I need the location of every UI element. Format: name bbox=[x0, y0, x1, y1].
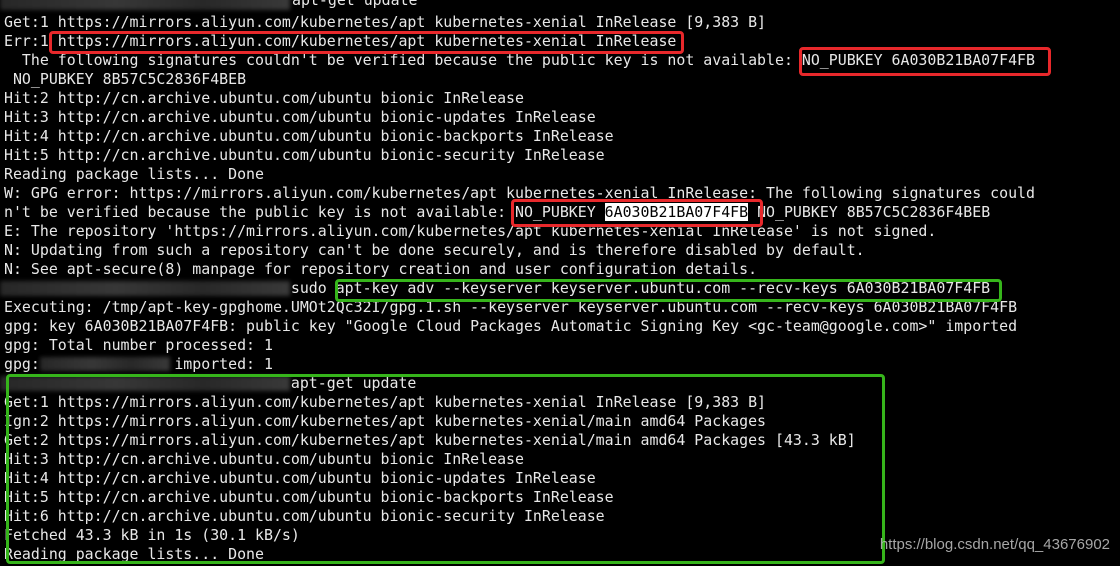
selection-suffix: NO_PUBKEY 8B57C5C2836F4BEB bbox=[748, 203, 991, 221]
terminal-line: N: Updating from such a repository can't… bbox=[4, 241, 865, 259]
terminal-line: Hit:4 http://cn.archive.ubuntu.com/ubunt… bbox=[4, 127, 614, 145]
annotation-box-red-pubkey bbox=[799, 47, 1051, 76]
terminal-line-selection: n't be verified because the public key i… bbox=[4, 203, 990, 222]
terminal-line: Get:1 https://mirrors.aliyun.com/kuberne… bbox=[4, 13, 767, 31]
annotation-box-green-recv-keys bbox=[335, 279, 1002, 302]
annotation-box-green-update-output bbox=[6, 374, 885, 564]
terminal-line: gpg: imported: 1 bbox=[4, 355, 273, 373]
terminal-line: gpg: Total number processed: 1 bbox=[4, 336, 273, 354]
annotation-box-red-pubkey-warning bbox=[511, 199, 763, 227]
watermark: https://blog.csdn.net/qq_43676902 bbox=[879, 536, 1110, 553]
annotation-box-red-err-url bbox=[49, 31, 684, 54]
terminal-window[interactable]: apt-get update Get:1 https://mirrors.ali… bbox=[0, 0, 1120, 566]
terminal-line-command-top: apt-get update bbox=[292, 0, 418, 9]
terminal-line: NO_PUBKEY 8B57C5C2836F4BEB bbox=[4, 70, 247, 88]
redacted-prompt bbox=[0, 0, 290, 10]
terminal-line: Hit:3 http://cn.archive.ubuntu.com/ubunt… bbox=[4, 108, 596, 126]
terminal-line: gpg: key 6A030B21BA07F4FB: public key "G… bbox=[4, 317, 1018, 335]
terminal-line: Hit:2 http://cn.archive.ubuntu.com/ubunt… bbox=[4, 89, 524, 107]
terminal-line: E: The repository 'https://mirrors.aliyu… bbox=[4, 222, 937, 240]
terminal-line: Reading package lists... Done bbox=[4, 165, 264, 183]
terminal-line: Hit:5 http://cn.archive.ubuntu.com/ubunt… bbox=[4, 146, 605, 164]
terminal-line: N: See apt-secure(8) manpage for reposit… bbox=[4, 260, 758, 278]
